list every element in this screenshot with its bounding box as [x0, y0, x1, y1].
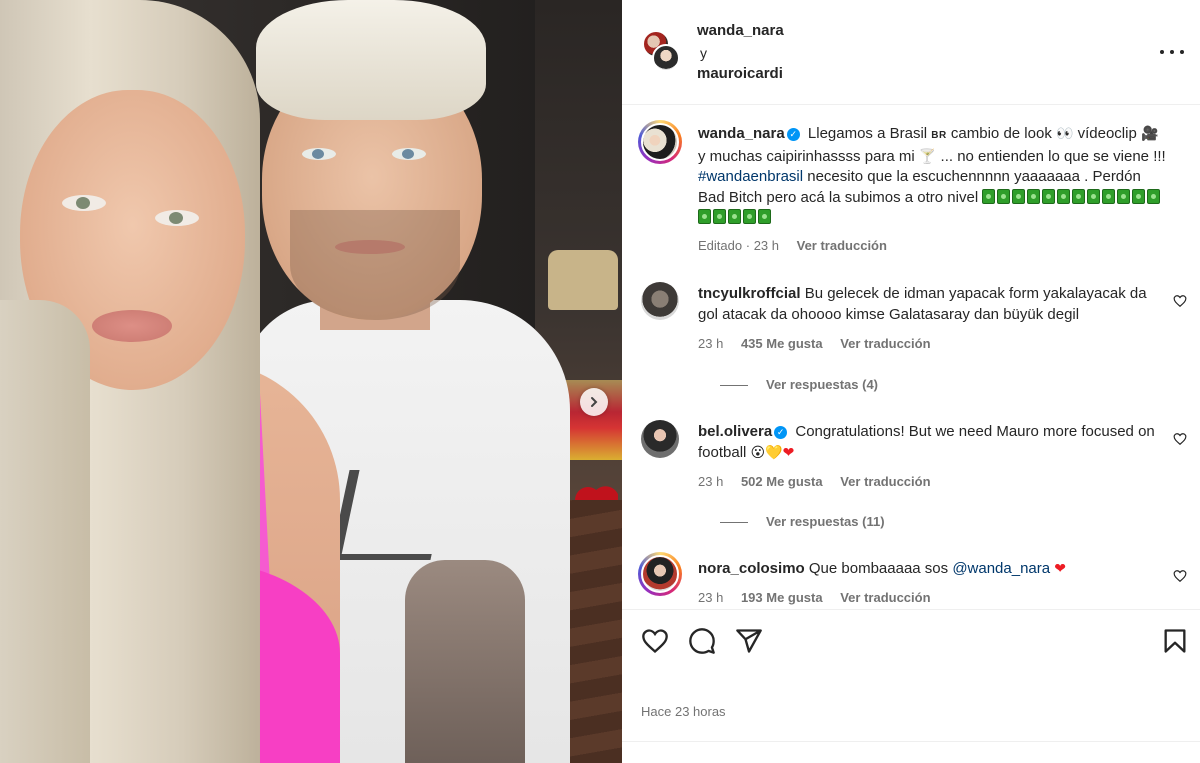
caption-text: vídeoclip — [1077, 125, 1137, 142]
eyes-emoji-icon: 👀 — [1056, 126, 1074, 142]
hashtag-link[interactable]: #wandaenbrasil — [698, 168, 803, 185]
caption-text: cambio de look — [950, 125, 1052, 142]
comment-text: Que bombaaaaa sos — [808, 560, 949, 577]
replies-divider — [720, 522, 748, 524]
view-replies-button[interactable]: Ver respuestas (11) — [720, 514, 885, 529]
comment-username[interactable]: bel.olivera — [698, 423, 772, 440]
post-header: wanda_nara y mauroicardi — [622, 0, 1200, 105]
caption-text: Llegamos a Brasil — [807, 125, 928, 142]
view-replies-button[interactable]: Ver respuestas (4) — [720, 377, 878, 392]
comment-body: bel.olivera ✓ Congratulations! But we nee… — [698, 422, 1168, 463]
avatar[interactable] — [638, 552, 682, 596]
comment-meta: 23 h 435 Me gusta Ver traducción — [698, 336, 931, 351]
avatar[interactable] — [638, 120, 682, 164]
astonished-emoji-icon: 😮 — [750, 444, 766, 461]
comment-time[interactable]: 23 h — [698, 474, 723, 489]
shirt-print — [330, 470, 450, 560]
comment-likes[interactable]: 435 Me gusta — [741, 336, 823, 351]
edited-label: Editado — [698, 238, 743, 253]
comment-body: nora_colosimo Que bombaaaaa sos @wanda_n… — [698, 559, 1168, 580]
translate-link[interactable]: Ver traducción — [840, 590, 930, 605]
replies-divider — [720, 385, 748, 387]
collab-avatars[interactable] — [642, 30, 682, 74]
avatar — [652, 44, 680, 72]
cocktail-emoji-icon: 🍸 — [918, 148, 937, 165]
like-comment-heart-icon[interactable] — [1173, 294, 1187, 308]
caption-text: y muchas caipirinhassss para mi — [698, 147, 915, 165]
comment-meta: 23 h 502 Me gusta Ver traducción — [698, 474, 931, 489]
caption-text: ... no entienden lo que se viene !!! — [940, 147, 1166, 165]
like-comment-heart-icon[interactable] — [1173, 569, 1187, 583]
chevron-right-icon — [591, 397, 598, 407]
bookmark-icon[interactable] — [1161, 627, 1189, 655]
comment-username[interactable]: nora_colosimo — [698, 560, 805, 577]
post-action-bar — [622, 609, 1200, 669]
man-eye-left — [302, 148, 336, 160]
more-options-icon[interactable] — [1160, 44, 1184, 60]
woman-lips — [92, 310, 172, 342]
clapper-emoji-icon: 🎥 — [1140, 126, 1159, 142]
caption-meta: Editado · 23 h Ver traducción — [698, 238, 887, 253]
avatar[interactable] — [641, 420, 679, 458]
view-replies-label: Ver respuestas (4) — [766, 377, 879, 392]
collab-username-2[interactable]: mauroicardi — [697, 65, 783, 82]
divider — [622, 741, 1200, 742]
collab-and-label: y — [700, 45, 707, 61]
brazil-flag-icon: BR — [931, 130, 947, 141]
comment-time[interactable]: 23 h — [698, 336, 723, 351]
woman-eye-right — [155, 210, 199, 226]
woman-hair-side — [0, 300, 90, 763]
comment-likes[interactable]: 193 Me gusta — [741, 590, 823, 605]
meta-dot: · — [745, 238, 751, 253]
verified-badge-icon: ✓ — [774, 426, 788, 439]
view-replies-label: Ver respuestas (11) — [766, 514, 885, 529]
heart-icon[interactable] — [641, 627, 669, 655]
man-eye-right — [392, 148, 426, 160]
translate-link[interactable]: Ver traducción — [840, 474, 930, 489]
mention-link[interactable]: @wanda_nara — [952, 560, 1050, 577]
collab-username-1[interactable]: wanda_nara — [697, 22, 784, 39]
tattooed-arm — [405, 560, 525, 763]
post-timestamp[interactable]: Hace 23 horas — [641, 704, 726, 719]
comment-meta: 23 h 193 Me gusta Ver traducción — [698, 590, 931, 605]
photo-bag — [548, 250, 618, 310]
comment-time[interactable]: 23 h — [698, 590, 723, 605]
woman-eye-left — [62, 195, 106, 211]
comment-username[interactable]: tncyulkroffcial — [698, 285, 801, 302]
caption-username[interactable]: wanda_nara — [698, 125, 785, 142]
caption-time[interactable]: 23 h — [754, 238, 779, 253]
yellow-heart-emoji-icon: 💛 — [765, 444, 783, 461]
red-heart-emoji-icon: ❤ — [1054, 561, 1067, 577]
next-photo-button[interactable] — [580, 388, 608, 416]
avatar[interactable] — [641, 282, 679, 320]
red-heart-emoji-icon: ❤ — [782, 444, 795, 461]
post-photo[interactable] — [0, 0, 622, 763]
paper-plane-icon[interactable] — [735, 627, 763, 655]
comment-body: tncyulkroffcial Bu gelecek de idman yapa… — [698, 284, 1168, 325]
comment-likes[interactable]: 502 Me gusta — [741, 474, 823, 489]
translate-link[interactable]: Ver traducción — [840, 336, 930, 351]
comments-list[interactable]: wanda_nara ✓ Llegamos a Brasil BR cambio … — [622, 106, 1200, 609]
comment-icon[interactable] — [688, 627, 716, 655]
man-hair — [256, 0, 486, 120]
man-beard — [290, 210, 460, 320]
like-comment-heart-icon[interactable] — [1173, 432, 1187, 446]
caption-body: wanda_nara ✓ Llegamos a Brasil BR cambio … — [698, 124, 1168, 229]
post-side-panel: wanda_nara y mauroicardi wanda_nara ✓ Lle… — [622, 0, 1200, 763]
translate-link[interactable]: Ver traducción — [797, 238, 887, 253]
verified-badge-icon: ✓ — [786, 128, 800, 141]
man-mouth — [335, 240, 405, 254]
